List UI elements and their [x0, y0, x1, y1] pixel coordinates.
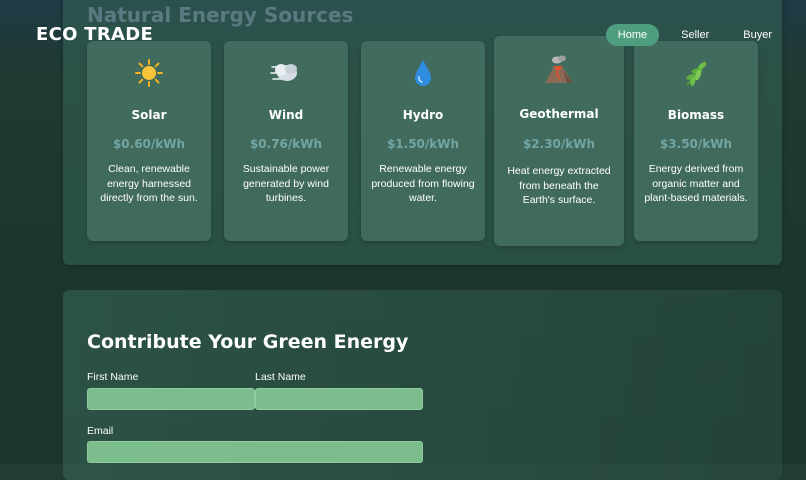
card-price: $1.50/kWh: [386, 137, 460, 151]
energy-card-geothermal[interactable]: Geothermal $2.30/kWh Heat energy extract…: [494, 36, 624, 246]
card-name: Solar: [131, 108, 167, 122]
card-description: Energy derived from organic matter and p…: [644, 163, 748, 204]
card-name: Wind: [268, 108, 304, 122]
nav-buyer[interactable]: Buyer: [731, 24, 784, 46]
nav-home[interactable]: Home: [605, 24, 660, 46]
energy-card-biomass[interactable]: Biomass $3.50/kWh Energy derived from or…: [634, 41, 758, 241]
email-label: Email: [87, 425, 114, 437]
energy-card-solar[interactable]: Solar $0.60/kWh Clean, renewable energy …: [87, 41, 211, 241]
energy-card-hydro[interactable]: Hydro $1.50/kWh Renewable energy produce…: [361, 41, 485, 241]
card-name: Hydro: [402, 108, 444, 122]
email-input[interactable]: [87, 441, 423, 463]
card-price: $0.76/kWh: [249, 137, 323, 151]
card-description: Heat energy extracted from beneath the E…: [507, 165, 611, 206]
site-logo[interactable]: ECO TRADE: [36, 24, 153, 45]
last-name-label: Last Name: [255, 371, 306, 383]
main-nav: Home Seller Buyer: [605, 24, 784, 46]
card-description: Renewable energy produced from flowing w…: [371, 163, 475, 204]
site-header: ECO TRADE Home Seller Buyer: [0, 0, 806, 64]
first-name-label: First Name: [87, 371, 139, 383]
card-name: Biomass: [667, 108, 725, 122]
first-name-input[interactable]: [87, 388, 255, 410]
card-price: $2.30/kWh: [522, 137, 596, 151]
card-description: Clean, renewable energy harnessed direct…: [100, 163, 198, 204]
card-name: Geothermal: [519, 107, 599, 121]
card-price: $3.50/kWh: [659, 137, 733, 151]
card-description: Sustainable power generated by wind turb…: [242, 163, 330, 204]
contribute-title: Contribute Your Green Energy: [87, 331, 409, 353]
card-price: $0.60/kWh: [112, 137, 186, 151]
energy-card-wind[interactable]: Wind $0.76/kWh Sustainable power generat…: [224, 41, 348, 241]
nav-seller[interactable]: Seller: [669, 24, 721, 46]
last-name-input[interactable]: [255, 388, 423, 410]
